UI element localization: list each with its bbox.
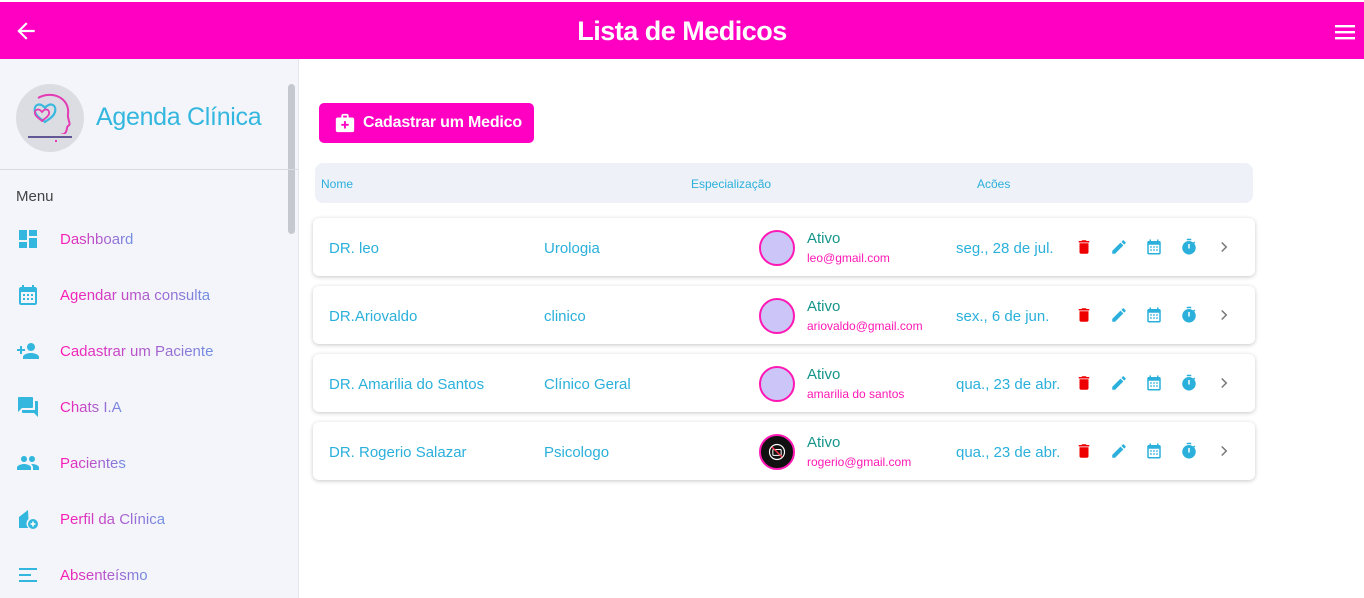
calendar-icon [19, 285, 37, 305]
timer-icon[interactable] [1180, 238, 1198, 256]
doctor-specialty: Urologia [544, 240, 600, 257]
doctor-date: qua., 23 de abr. [956, 376, 1061, 393]
clinic-profile-icon [19, 510, 38, 529]
sidebar-item-label: Cadastrar um Paciente [60, 342, 214, 360]
list-icon [19, 568, 37, 582]
doctor-name: DR.Ariovaldo [329, 308, 418, 325]
medical-bag-icon [335, 113, 355, 133]
menu-section-label: Menu [16, 188, 54, 205]
doctor-date: qua., 23 de abr. [956, 444, 1061, 461]
timer-icon[interactable] [1180, 442, 1198, 460]
people-icon [17, 456, 39, 470]
add-doctor-label: Cadastrar um Medico [363, 114, 522, 131]
top-app-bar: Lista de Medicos [0, 2, 1364, 59]
doctor-date: seg., 28 de jul. [956, 240, 1054, 257]
column-header-acoes: Acões [977, 177, 1011, 191]
sidebar-item-label: Pacientes [60, 454, 126, 472]
avatar [759, 230, 795, 266]
doctor-name: DR. leo [329, 240, 380, 257]
chat-icon [18, 397, 38, 417]
sidebar-item-pacientes[interactable]: Pacientes [16, 448, 286, 478]
dashboard-icon [19, 230, 37, 248]
sidebar-item-label: Dashboard [60, 230, 134, 248]
table-row[interactable]: DR. Rogerio Salazar Psicologo Ativo roge… [313, 422, 1255, 480]
status-text: Ativo [807, 434, 841, 451]
doctor-specialty: Clínico Geral [544, 376, 631, 393]
sidebar-item-chats[interactable]: Chats I.A [16, 392, 286, 422]
sidebar-item-label: Perfil da Clínica [60, 510, 166, 528]
avatar [759, 298, 795, 334]
sidebar-item-cadastrar-paciente[interactable]: Cadastrar um Paciente [16, 336, 286, 366]
person-add-icon [17, 343, 39, 359]
table-row[interactable]: DR. Amarilia do Santos Clínico Geral Ati… [313, 354, 1255, 412]
doctor-specialty: clinico [544, 308, 586, 325]
chevron-right-icon[interactable] [1215, 442, 1233, 460]
doctor-date: sex., 6 de jun. [956, 308, 1050, 325]
add-doctor-button[interactable]: Cadastrar um Medico [319, 103, 534, 143]
doctor-name: DR. Rogerio Salazar [329, 444, 467, 461]
doctor-name: DR. Amarilia do Santos [329, 376, 485, 393]
calendar-icon[interactable] [1145, 238, 1163, 256]
clinic-logo [16, 84, 84, 152]
calendar-icon[interactable] [1145, 306, 1163, 324]
doctor-email: rogerio@gmail.com [807, 455, 912, 469]
sidebar-item-absenteismo[interactable]: Absenteísmo [16, 560, 286, 590]
edit-icon[interactable] [1110, 442, 1128, 460]
doctor-specialty: Psicologo [544, 444, 610, 461]
avatar [759, 434, 795, 470]
brand-name: Agenda Clínica [96, 103, 262, 131]
table-row[interactable]: DR. leo Urologia Ativo leo@gmail.com seg… [313, 218, 1255, 276]
avatar [759, 366, 795, 402]
sidebar-item-label: Agendar uma consulta [60, 286, 211, 304]
sidebar: Agenda Clínica Menu Dashboard Agendar um… [0, 59, 299, 598]
sidebar-item-agendar[interactable]: Agendar uma consulta [16, 280, 286, 310]
status-text: Ativo [807, 366, 841, 383]
edit-icon[interactable] [1110, 238, 1128, 256]
doctor-email: amarilia do santos [807, 387, 905, 401]
status-text: Ativo [807, 230, 841, 247]
sidebar-brand: Agenda Clínica [0, 59, 298, 170]
doctor-email: ariovaldo@gmail.com [807, 319, 923, 333]
status-text: Ativo [807, 298, 841, 315]
delete-icon[interactable] [1075, 374, 1093, 392]
timer-icon[interactable] [1180, 306, 1198, 324]
edit-icon[interactable] [1110, 306, 1128, 324]
hamburger-menu-icon[interactable] [1334, 22, 1356, 42]
no-photo-icon [768, 443, 786, 461]
sidebar-item-dashboard[interactable]: Dashboard [16, 224, 286, 254]
delete-icon[interactable] [1075, 442, 1093, 460]
chevron-right-icon[interactable] [1215, 374, 1233, 392]
sidebar-item-label: Absenteísmo [60, 566, 148, 584]
chevron-right-icon[interactable] [1215, 306, 1233, 324]
calendar-icon[interactable] [1145, 374, 1163, 392]
doctor-email: leo@gmail.com [807, 251, 890, 265]
main-content: Cadastrar um Medico Nome Especialização … [300, 59, 1364, 598]
calendar-icon[interactable] [1145, 442, 1163, 460]
chevron-right-icon[interactable] [1215, 238, 1233, 256]
sidebar-item-label: Chats I.A [60, 398, 122, 416]
sidebar-item-perfil-clinica[interactable]: Perfil da Clínica [16, 504, 286, 534]
column-header-especializacao: Especialização [691, 177, 772, 191]
table-header: Nome Especialização Acões [315, 163, 1253, 203]
page-title: Lista de Medicos [577, 16, 787, 46]
timer-icon[interactable] [1180, 374, 1198, 392]
table-row[interactable]: DR.Ariovaldo clinico Ativo ariovaldo@gma… [313, 286, 1255, 344]
edit-icon[interactable] [1110, 374, 1128, 392]
delete-icon[interactable] [1075, 306, 1093, 324]
delete-icon[interactable] [1075, 238, 1093, 256]
column-header-nome: Nome [321, 177, 354, 191]
